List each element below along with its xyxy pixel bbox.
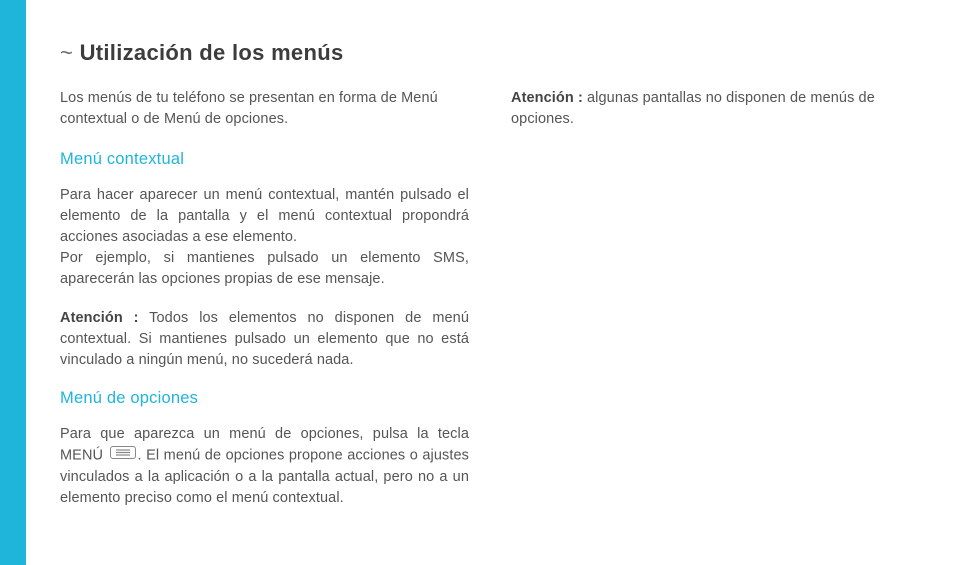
section-options-title: Menú de opciones — [60, 389, 469, 408]
menu-key-icon — [110, 445, 136, 466]
page-title: ~ Utilización de los menús — [60, 40, 920, 66]
section-options-p1: Para que aparezca un menú de opciones, p… — [60, 424, 469, 508]
section-contextual-title: Menú contextual — [60, 150, 469, 169]
accent-sidebar — [0, 0, 26, 565]
attention-label-2: Atención : — [511, 90, 583, 106]
page-content: ~ Utilización de los menús Los menús de … — [60, 40, 920, 538]
heading-prefix: ~ — [60, 40, 80, 65]
section-contextual-p1: Para hacer aparecer un menú contextual, … — [60, 185, 469, 290]
section-contextual-p1-line2: Por ejemplo, si mantienes pulsado un ele… — [60, 250, 469, 287]
attention-label: Atención : — [60, 310, 139, 326]
section-contextual-attention: Atención : Todos los elementos no dispon… — [60, 308, 469, 371]
section-options-attention: Atención : algunas pantallas no disponen… — [511, 88, 920, 130]
intro-paragraph: Los menús de tu teléfono se presentan en… — [60, 88, 469, 130]
heading-text: Utilización de los menús — [80, 40, 344, 65]
two-column-body: Los menús de tu teléfono se presentan en… — [60, 88, 920, 538]
section-contextual-p1-line1: Para hacer aparecer un menú contextual, … — [60, 187, 469, 245]
